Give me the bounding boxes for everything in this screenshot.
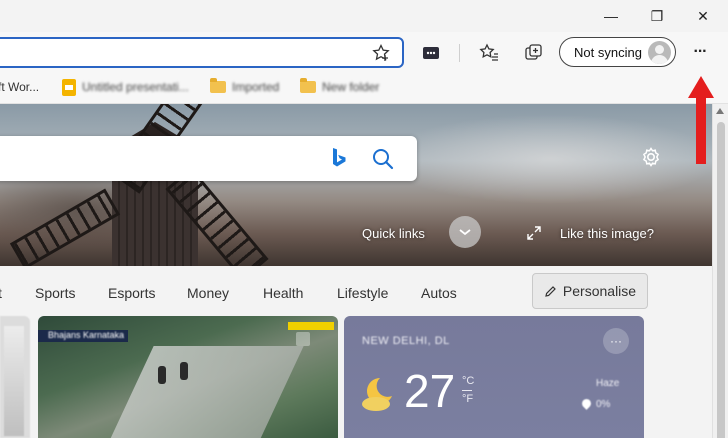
news-tag [288,322,334,330]
expand-icon[interactable] [526,225,542,246]
favorite-label: Untitled presentati... [82,80,189,94]
minimize-icon: — [604,8,618,24]
background-image: Quick links Like this image? [0,104,712,266]
favorites-bar: ft Wor... Untitled presentati... Importe… [0,70,728,104]
temperature-unit-toggle[interactable]: °C °F [462,375,474,406]
news-card[interactable]: Bhajans Karnataka [38,316,338,438]
personalise-label: Personalise [562,283,637,299]
sync-status-label: Not syncing [574,44,642,60]
minimize-button[interactable]: — [588,0,634,32]
nav-item-lifestyle[interactable]: Lifestyle [337,285,388,301]
nav-item[interactable]: t [0,285,2,301]
folder-icon [210,78,226,93]
weather-condition: Haze [596,378,620,389]
slides-icon [62,78,76,96]
bing-icon[interactable] [331,147,347,174]
favorite-label: ft Wor... [0,80,40,94]
news-badge-label: Bhajans Karnataka [48,330,125,340]
like-image-label[interactable]: Like this image? [560,226,654,241]
favorite-item[interactable]: Untitled presentati... [62,78,189,96]
nav-item-esports[interactable]: Esports [108,285,155,301]
close-icon: ✕ [697,7,709,24]
pencil-icon [545,285,556,297]
nav-item-health[interactable]: Health [263,285,303,301]
weather-more-button[interactable]: ··· [603,328,629,354]
nav-item-money[interactable]: Money [187,285,229,301]
restore-icon: ❐ [650,7,664,24]
chevron-down-icon [459,229,471,236]
favorite-folder[interactable]: Imported [210,78,279,96]
favorite-item[interactable]: ft Wor... [0,78,39,96]
scroll-up-icon[interactable] [716,108,724,114]
nav-item-autos[interactable]: Autos [421,285,457,301]
search-icon[interactable] [372,148,394,175]
weather-temperature: 27 [404,365,456,417]
quick-links-label[interactable]: Quick links [362,226,425,241]
page-settings-gear-icon[interactable] [640,146,662,173]
close-window-button[interactable]: ✕ [680,0,726,32]
favorite-label: New folder [322,80,380,94]
news-overlay-icon [296,332,310,346]
avatar [648,41,671,64]
web-search-box[interactable] [0,136,417,181]
restore-button[interactable]: ❐ [634,0,680,32]
favorites-icon[interactable] [478,42,500,64]
rider [158,366,166,384]
favorite-label: Imported [232,80,280,94]
raindrop-icon [580,397,593,410]
folder-icon [300,78,316,93]
unit-celsius[interactable]: °C [462,375,474,387]
address-bar[interactable] [0,37,404,68]
rider [180,362,188,380]
scroll-thumb[interactable] [717,122,725,438]
moon-cloud-icon [358,374,398,419]
more-icon: ··· [610,334,622,348]
favorite-folder[interactable]: New folder [300,78,379,96]
unit-fahrenheit[interactable]: °F [462,393,473,405]
quick-links-toggle[interactable] [449,216,481,248]
toolbar-divider [459,44,460,62]
news-card-partial[interactable] [0,316,30,438]
weather-precipitation: 0% [596,399,611,410]
profile-sync-button[interactable]: Not syncing [559,37,676,67]
more-icon: ··· [693,43,708,60]
settings-more-button[interactable]: ··· [688,41,712,63]
add-favorite-star-icon[interactable] [370,43,392,63]
personalise-button[interactable]: Personalise [532,273,648,309]
weather-card[interactable]: NEW DELHI, DL ··· 27 °C °F Haze 0% [344,316,644,438]
nav-item-sports[interactable]: Sports [35,285,75,301]
extension-icon[interactable] [420,42,442,64]
title-bar: — ❐ ✕ [0,0,728,32]
weather-city: NEW DELHI, DL [362,335,450,347]
collections-icon[interactable] [523,42,545,64]
annotation-arrow-icon [688,76,714,164]
